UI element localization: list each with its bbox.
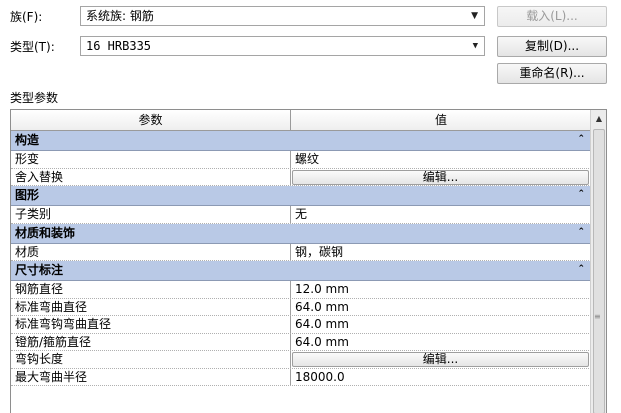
param-value[interactable]: 64.0 mm xyxy=(291,334,591,351)
param-value[interactable]: 螺纹 xyxy=(291,151,591,168)
group-name: 尺寸标注 xyxy=(15,263,64,277)
group-header-construction[interactable]: 构造 ⌃ xyxy=(11,131,591,151)
load-button[interactable]: 载入(L)... xyxy=(497,6,607,27)
param-value[interactable]: 64.0 mm xyxy=(291,299,591,316)
section-title: 类型参数 xyxy=(10,91,59,105)
vertical-scrollbar[interactable]: ▲ ≡ xyxy=(590,110,606,413)
scroll-thumb[interactable] xyxy=(593,129,605,413)
param-name: 标准弯曲直径 xyxy=(11,298,291,315)
type-parameters-grid: 参数 值 构造 ⌃ 形变 螺纹 舍入替换 编辑... 图形 ⌃ 子类别 无 材质… xyxy=(10,109,607,413)
collapse-chevron-icon[interactable]: ⌃ xyxy=(577,224,585,241)
column-header-value[interactable]: 值 xyxy=(291,110,591,130)
param-value[interactable]: 12.0 mm xyxy=(291,281,591,298)
param-value[interactable]: 无 xyxy=(291,206,591,223)
param-name: 弯钩长度 xyxy=(11,351,291,368)
param-value: 编辑... xyxy=(291,351,591,368)
type-combo[interactable]: 16 HRB335 ▼ xyxy=(80,36,485,56)
collapse-chevron-icon[interactable]: ⌃ xyxy=(577,261,585,278)
table-row[interactable]: 镫筋/箍筋直径 64.0 mm xyxy=(11,333,591,351)
group-header-dimensions[interactable]: 尺寸标注 ⌃ xyxy=(11,261,591,281)
scroll-up-icon[interactable]: ▲ xyxy=(591,110,606,127)
table-row[interactable]: 舍入替换 编辑... xyxy=(11,168,591,186)
param-name: 镫筋/箍筋直径 xyxy=(11,333,291,350)
group-header-graphics[interactable]: 图形 ⌃ xyxy=(11,186,591,206)
param-value[interactable]: 64.0 mm xyxy=(291,316,591,333)
table-row[interactable]: 钢筋直径 12.0 mm xyxy=(11,281,591,299)
param-name: 形变 xyxy=(11,151,291,168)
grip-icon: ≡ xyxy=(594,312,601,321)
column-header-param[interactable]: 参数 xyxy=(11,110,291,130)
table-row[interactable]: 形变 螺纹 xyxy=(11,151,591,169)
rename-button[interactable]: 重命名(R)... xyxy=(497,63,607,84)
family-label: 族(F): xyxy=(10,10,43,24)
duplicate-button[interactable]: 复制(D)... xyxy=(497,36,607,57)
dropdown-arrow-icon[interactable]: ▼ xyxy=(473,37,478,55)
group-name: 材质和装饰 xyxy=(15,225,76,240)
table-row[interactable]: 材质 钢，碳钢 xyxy=(11,243,591,261)
collapse-chevron-icon[interactable]: ⌃ xyxy=(577,131,585,148)
type-label: 类型(T): xyxy=(10,40,55,54)
family-combo[interactable]: 系统族: 钢筋 ▼ xyxy=(80,6,485,26)
family-value: 系统族: 钢筋 xyxy=(86,9,154,23)
param-name: 材质 xyxy=(11,243,291,260)
param-value[interactable]: 钢，碳钢 xyxy=(291,244,591,261)
edit-button[interactable]: 编辑... xyxy=(292,352,589,367)
param-name: 钢筋直径 xyxy=(11,281,291,298)
grid-header: 参数 值 xyxy=(11,110,591,131)
grid-rows: 构造 ⌃ 形变 螺纹 舍入替换 编辑... 图形 ⌃ 子类别 无 材质和装饰 ⌃ xyxy=(11,131,591,386)
param-name: 最大弯曲半径 xyxy=(11,368,291,385)
group-name: 构造 xyxy=(15,133,40,147)
edit-button[interactable]: 编辑... xyxy=(292,169,589,185)
table-row[interactable]: 标准弯钩弯曲直径 64.0 mm xyxy=(11,316,591,334)
table-row[interactable]: 子类别 无 xyxy=(11,206,591,224)
group-header-materials[interactable]: 材质和装饰 ⌃ xyxy=(11,223,591,244)
table-row[interactable]: 最大弯曲半径 18000.0 xyxy=(11,368,591,386)
dropdown-arrow-icon[interactable]: ▼ xyxy=(471,7,478,25)
param-name: 标准弯钩弯曲直径 xyxy=(11,316,291,333)
type-value: 16 HRB335 xyxy=(86,39,152,53)
param-name: 子类别 xyxy=(11,206,291,223)
param-name: 舍入替换 xyxy=(11,168,291,185)
table-row[interactable]: 弯钩长度 编辑... xyxy=(11,351,591,369)
table-row[interactable]: 标准弯曲直径 64.0 mm xyxy=(11,298,591,316)
collapse-chevron-icon[interactable]: ⌃ xyxy=(577,186,585,203)
param-value[interactable]: 18000.0 xyxy=(291,369,591,386)
group-name: 图形 xyxy=(15,188,40,202)
param-value: 编辑... xyxy=(291,169,591,186)
